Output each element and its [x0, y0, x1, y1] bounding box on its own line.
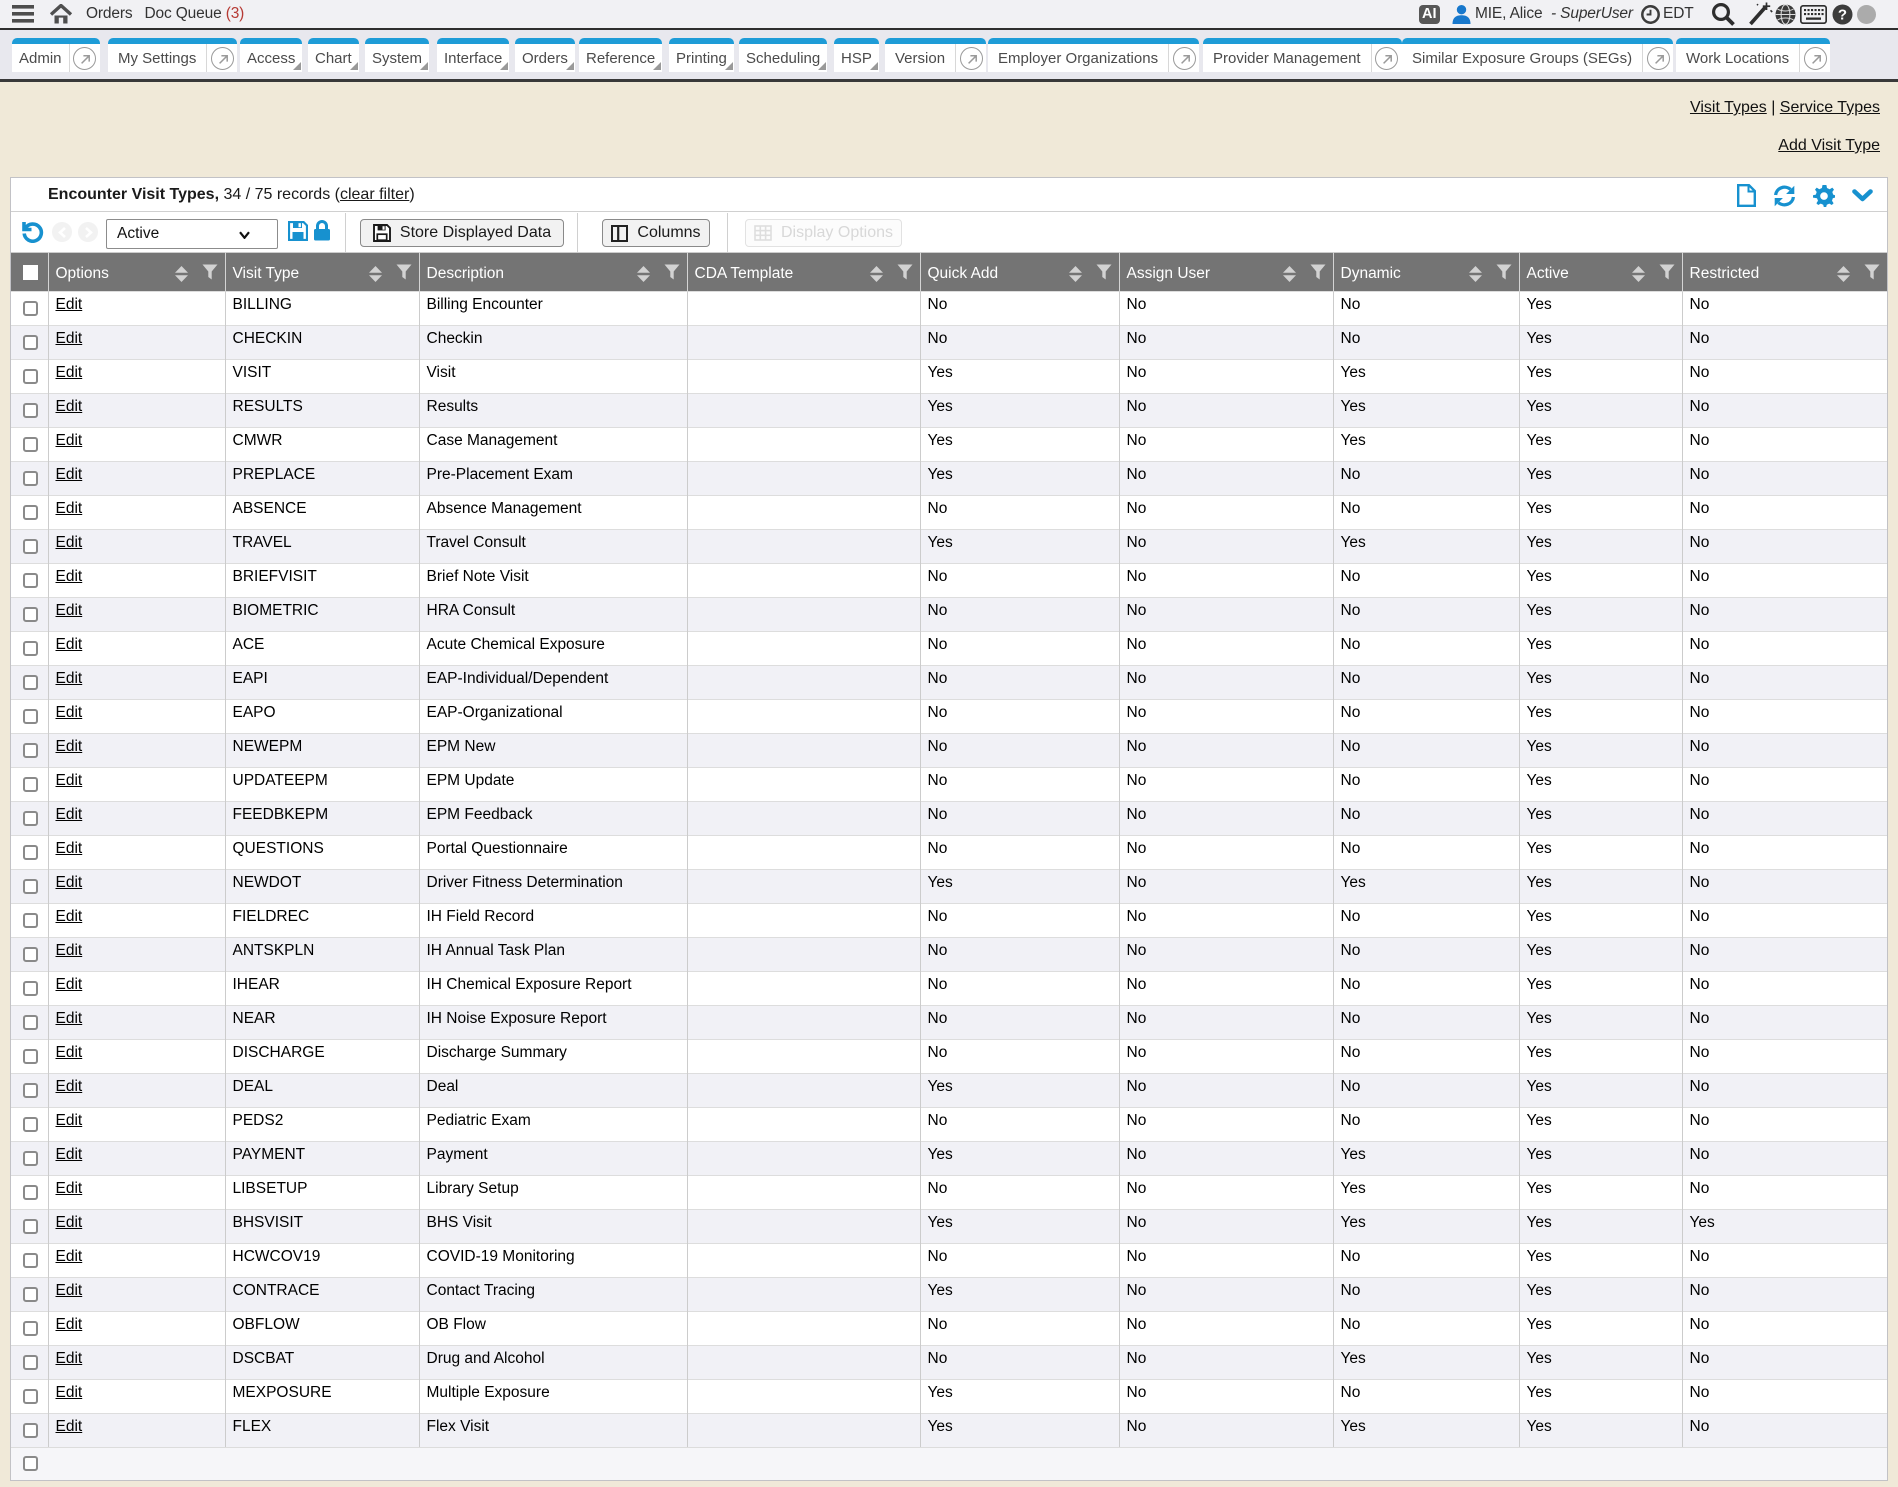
svg-text:?: ? — [1838, 6, 1847, 23]
